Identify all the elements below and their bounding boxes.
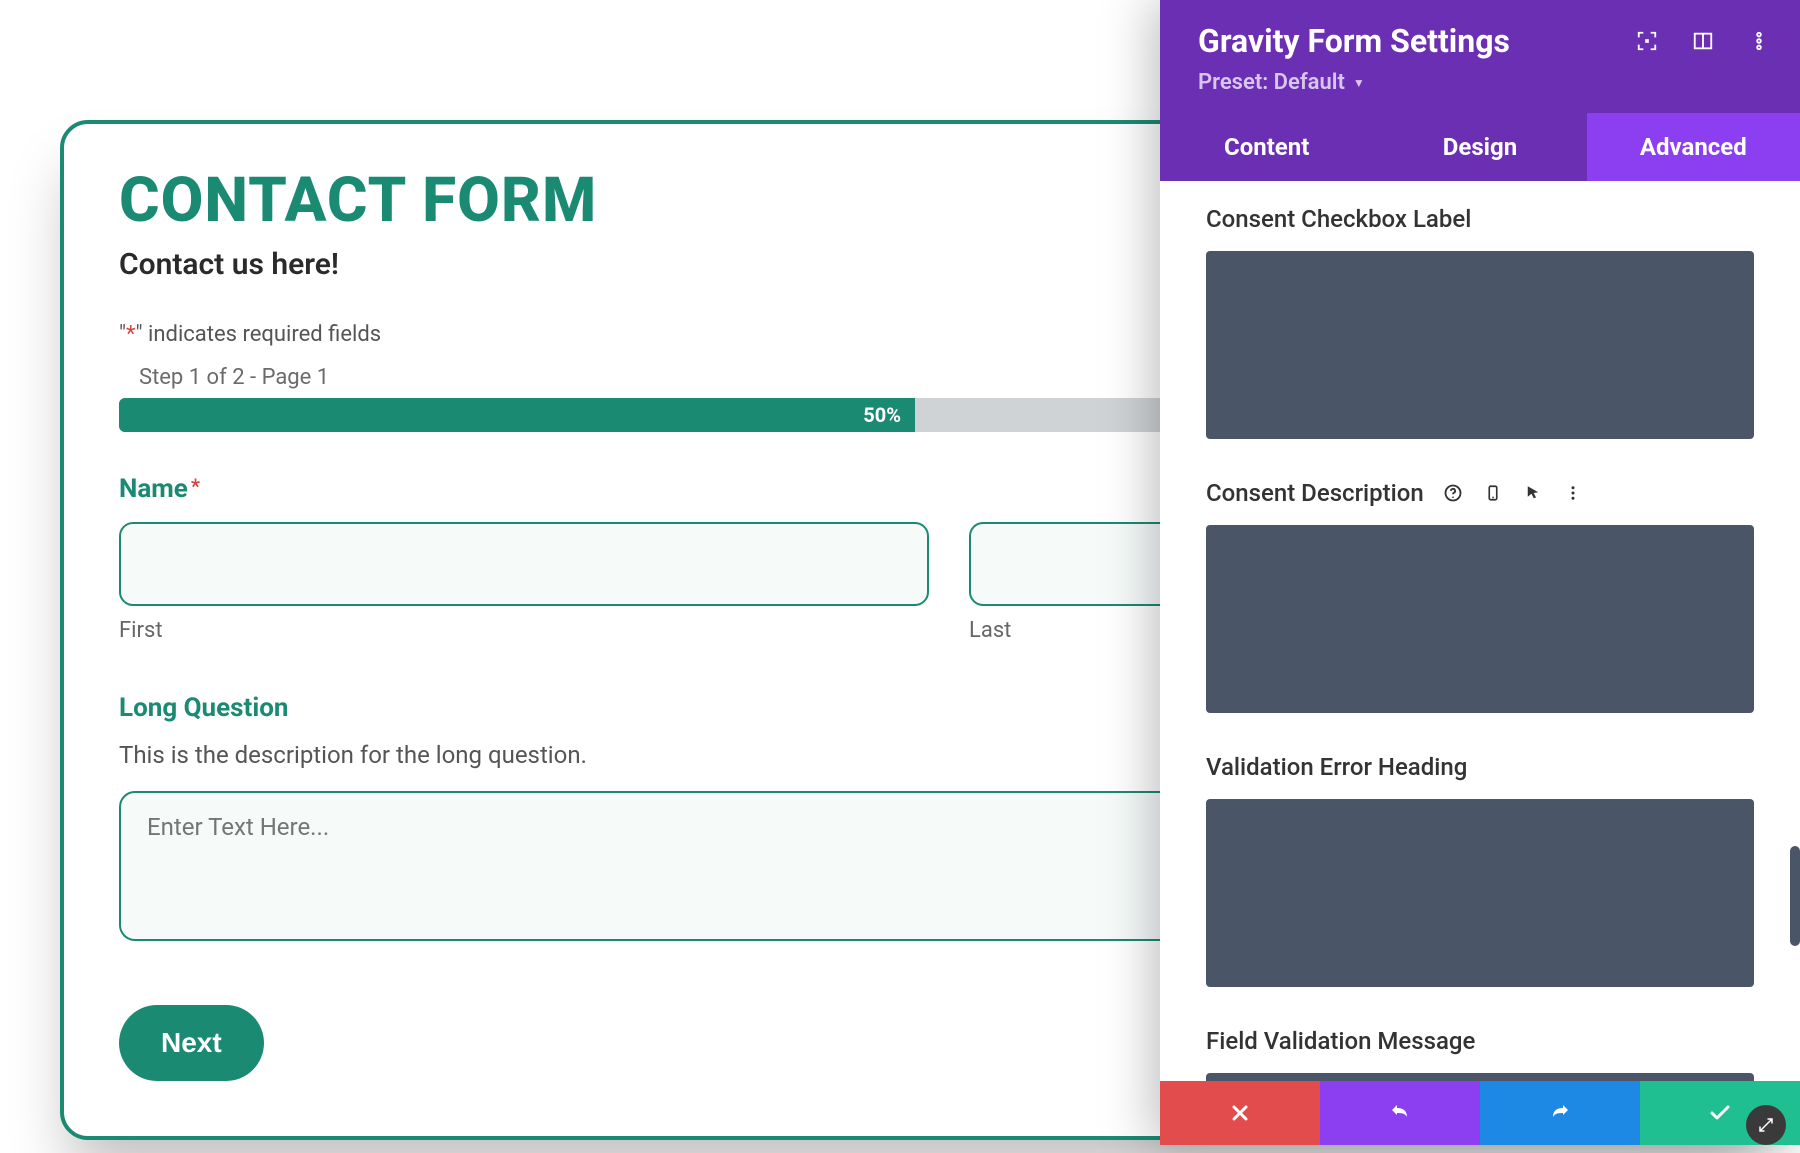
- panel-header: Gravity Form Settings Preset: Default ▼: [1160, 0, 1800, 113]
- tab-advanced[interactable]: Advanced: [1587, 113, 1800, 181]
- close-button[interactable]: [1160, 1081, 1320, 1145]
- setting-textarea[interactable]: [1206, 251, 1754, 439]
- scrollbar-thumb[interactable]: [1790, 846, 1800, 946]
- setting-consent-description: Consent Description: [1206, 479, 1754, 717]
- cursor-icon[interactable]: [1522, 482, 1544, 504]
- setting-field-validation-message: Field Validation Message: [1206, 1027, 1754, 1081]
- progress-label: 50%: [863, 403, 901, 427]
- focus-icon[interactable]: [1636, 30, 1658, 52]
- first-name-sublabel: First: [119, 618, 929, 643]
- panel-body[interactable]: Consent Checkbox Label Consent Descripti…: [1160, 181, 1800, 1081]
- setting-label: Consent Description: [1206, 479, 1424, 507]
- setting-validation-error-heading: Validation Error Heading: [1206, 753, 1754, 991]
- panel-tabs: Content Design Advanced: [1160, 113, 1800, 181]
- expand-fab[interactable]: [1746, 1105, 1786, 1145]
- tab-content[interactable]: Content: [1160, 113, 1373, 181]
- first-name-col: First: [119, 522, 929, 643]
- asterisk-icon: *: [126, 322, 135, 347]
- setting-textarea[interactable]: [1206, 525, 1754, 713]
- setting-label: Validation Error Heading: [1206, 753, 1467, 781]
- required-asterisk: *: [191, 474, 200, 498]
- panel-title: Gravity Form Settings: [1198, 22, 1510, 60]
- tab-design[interactable]: Design: [1373, 113, 1586, 181]
- setting-textarea[interactable]: [1206, 1073, 1754, 1081]
- first-name-input[interactable]: [119, 522, 929, 606]
- setting-consent-checkbox-label: Consent Checkbox Label: [1206, 205, 1754, 443]
- undo-button[interactable]: [1320, 1081, 1480, 1145]
- redo-button[interactable]: [1480, 1081, 1640, 1145]
- progress-bar-fill: 50%: [119, 398, 915, 432]
- more-vert-icon[interactable]: [1562, 482, 1584, 504]
- caret-down-icon: ▼: [1353, 76, 1365, 90]
- preset-selector[interactable]: Preset: Default ▼: [1198, 70, 1365, 95]
- responsive-icon[interactable]: [1482, 482, 1504, 504]
- settings-panel: Gravity Form Settings Preset: Default ▼ …: [1160, 0, 1800, 1145]
- preset-label: Preset: Default: [1198, 70, 1345, 95]
- help-icon[interactable]: [1442, 482, 1464, 504]
- setting-label: Field Validation Message: [1206, 1027, 1475, 1055]
- panel-footer: [1160, 1081, 1800, 1145]
- more-vert-icon[interactable]: [1748, 30, 1770, 52]
- setting-label: Consent Checkbox Label: [1206, 205, 1471, 233]
- next-button[interactable]: Next: [119, 1005, 264, 1081]
- columns-icon[interactable]: [1692, 30, 1714, 52]
- header-icons: [1636, 30, 1770, 52]
- setting-textarea[interactable]: [1206, 799, 1754, 987]
